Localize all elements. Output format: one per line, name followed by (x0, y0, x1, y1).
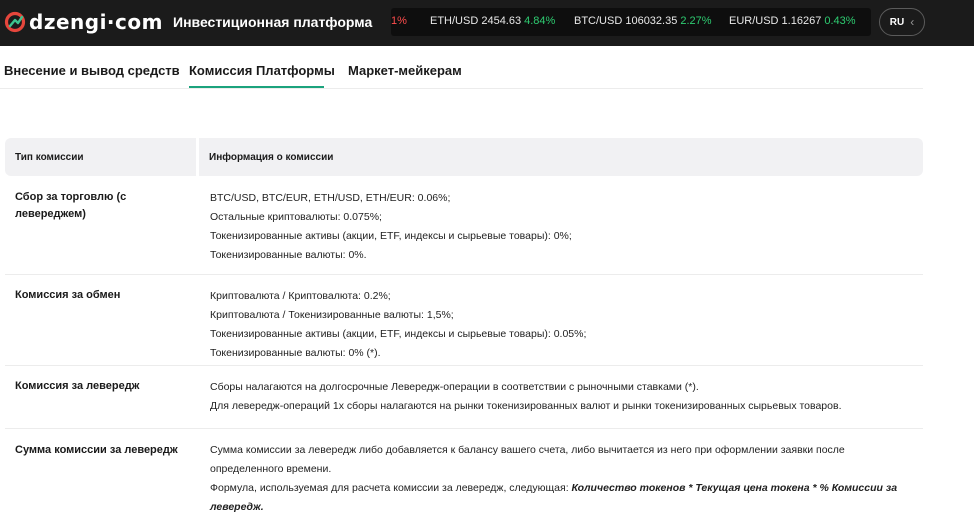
ticker-change: 2.27% (680, 15, 712, 27)
table-row: Комиссия за левередж Сборы налагаются на… (5, 366, 923, 429)
commission-tabs: Внесение и вывод средств Комиссия Платфо… (0, 46, 923, 89)
column-header-info: Информация о комиссии (199, 138, 923, 176)
ticker-item[interactable]: ETH/USD 2454.63 4.84% (430, 15, 555, 27)
active-tab-indicator (189, 86, 324, 88)
dzengi-logo-icon (4, 11, 26, 33)
commission-type: Комиссия за левередж (15, 380, 140, 392)
ticker-change: 1% (391, 15, 407, 27)
ticker-change: 4.84% (524, 15, 556, 27)
tab-market-makers[interactable]: Маркет-мейкерам (348, 63, 462, 78)
logo[interactable]: dzengi·com (4, 10, 163, 34)
commission-type: Комиссия за обмен (15, 289, 121, 301)
table-row: Сумма комиссии за левередж Сумма комисси… (5, 429, 923, 529)
ticker-item[interactable]: 1% (391, 15, 407, 27)
formula-intro: Формула, используемая для расчета комисс… (210, 482, 572, 494)
column-header-type: Тип комиссии (5, 138, 196, 176)
commission-type: Сумма комиссии за левередж (15, 444, 178, 456)
ticker-item[interactable]: EUR/USD 1.16267 0.43% (729, 15, 856, 27)
info-line: Для левередж-операций 1х сборы налагаютс… (210, 400, 842, 412)
info-line: Остальные криптовалюты: 0.075%; (210, 211, 382, 223)
info-line: Токенизированные валюты: 0% (*). (210, 347, 381, 359)
price-ticker: 1% ETH/USD 2454.63 4.84% BTC/USD 106032.3… (391, 8, 871, 36)
info-line: Сборы налагаются на долгосрочные Леверед… (210, 381, 699, 393)
table-header: Тип комиссии Информация о комиссии (5, 138, 923, 176)
tab-platform-commission[interactable]: Комиссия Платформы (189, 63, 335, 78)
info-line: Криптовалюта / Криптовалюта: 0.2%; (210, 290, 391, 302)
language-switcher[interactable]: RU ‹ (879, 8, 925, 36)
commission-info: Сумма комиссии за левередж либо добавляе… (210, 441, 910, 517)
commission-type: Сбор за торговлю (с левереджем) (15, 191, 127, 220)
ticker-change: 0.43% (824, 15, 856, 27)
language-label: RU (889, 16, 905, 28)
info-paragraph: Сумма комиссии за левередж либо добавляе… (210, 444, 845, 475)
info-line: BTC/USD, BTC/EUR, ETH/USD, ETH/EUR: 0.06… (210, 192, 451, 204)
commission-table: Тип комиссии Информация о комиссии Сбор … (5, 138, 923, 529)
logo-text: dzengi·com (29, 10, 163, 34)
info-line: Токенизированные валюты: 0%. (210, 249, 367, 261)
platform-title: Инвестиционная платформа (173, 14, 373, 30)
chevron-left-icon: ‹ (910, 15, 915, 29)
ticker-pair: EUR/USD 1.16267 (729, 15, 822, 27)
info-line: Криптовалюта / Токенизированные валюты: … (210, 309, 454, 321)
table-row: Комиссия за обмен Криптовалюта / Криптов… (5, 275, 923, 366)
commission-info: Криптовалюта / Криптовалюта: 0.2%; Крипт… (210, 287, 915, 363)
info-line: Токенизированные активы (акции, ETF, инд… (210, 328, 587, 340)
ticker-item[interactable]: BTC/USD 106032.35 2.27% (574, 15, 712, 27)
tab-deposit-withdrawal[interactable]: Внесение и вывод средств (4, 63, 180, 78)
ticker-pair: BTC/USD 106032.35 (574, 15, 678, 27)
info-paragraph: Формула, используемая для расчета комисс… (210, 479, 910, 517)
commission-info: BTC/USD, BTC/EUR, ETH/USD, ETH/EUR: 0.06… (210, 189, 915, 265)
ticker-pair: ETH/USD 2454.63 (430, 15, 522, 27)
commission-info: Сборы налагаются на долгосрочные Леверед… (210, 378, 915, 416)
top-header: dzengi·com Инвестиционная платформа 1% E… (0, 0, 974, 46)
info-line: Токенизированные активы (акции, ETF, инд… (210, 230, 572, 242)
table-row: Сбор за торговлю (с левереджем) BTC/USD,… (5, 176, 923, 275)
